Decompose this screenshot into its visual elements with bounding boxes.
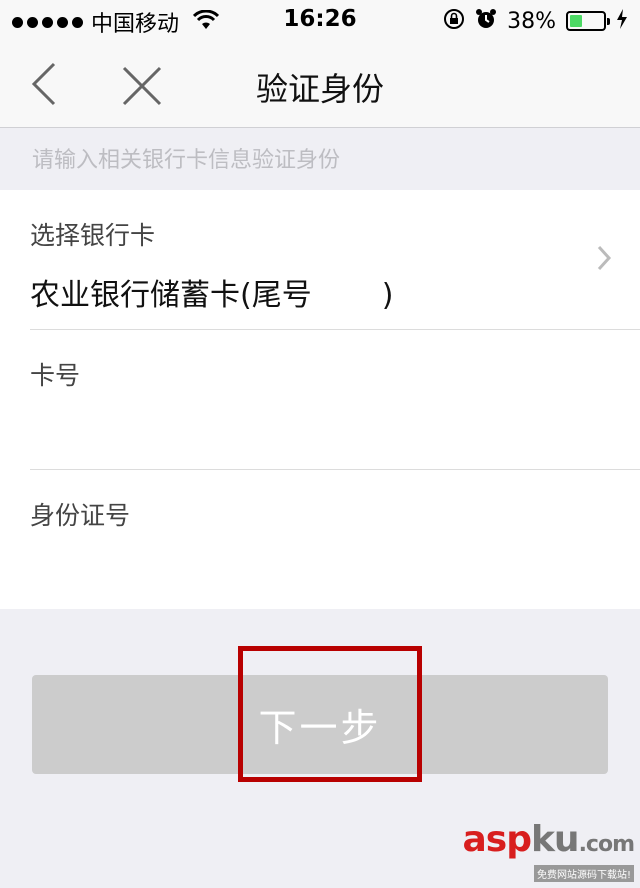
form-hint: 请输入相关银行卡信息验证身份 (32, 148, 341, 173)
card-number-label: 卡号 (30, 361, 81, 390)
status-right: 38% (443, 8, 628, 34)
bank-card-close-paren: ) (381, 278, 394, 313)
rotation-lock-icon (443, 8, 465, 34)
highlight-annotation (238, 646, 422, 782)
charging-bolt-icon (616, 9, 628, 33)
page-title: 验证身份 (255, 70, 384, 108)
bank-card-selector[interactable]: 选择银行卡 农业银行储蓄卡(尾号) (0, 190, 640, 329)
chevron-right-icon (596, 244, 612, 276)
battery-percent: 38% (507, 8, 556, 34)
status-bar: 中国移动 16:26 38% (0, 0, 640, 40)
bank-card-label: 选择银行卡 (30, 221, 156, 250)
id-number-label: 身份证号 (30, 501, 131, 530)
card-number-field[interactable]: 卡号 (0, 330, 640, 469)
watermark-logo: aspku.com 免费网站源码下载站! (462, 819, 635, 882)
id-number-field[interactable]: 身份证号 (0, 470, 640, 609)
watermark-tagline: 免费网站源码下载站! (533, 865, 634, 882)
battery-icon (566, 11, 610, 31)
nav-bar: 验证身份 (0, 40, 640, 128)
masked-digits (311, 281, 382, 312)
bank-card-value: 农业银行储蓄卡(尾号) (30, 270, 393, 314)
verify-form: 选择银行卡 农业银行储蓄卡(尾号) 卡号 身份证号 (0, 190, 640, 609)
bank-card-name: 农业银行储蓄卡(尾号 (30, 278, 312, 313)
battery-fill (570, 15, 582, 27)
alarm-icon (475, 8, 497, 34)
watermark-brand: aspku.com (462, 819, 635, 860)
